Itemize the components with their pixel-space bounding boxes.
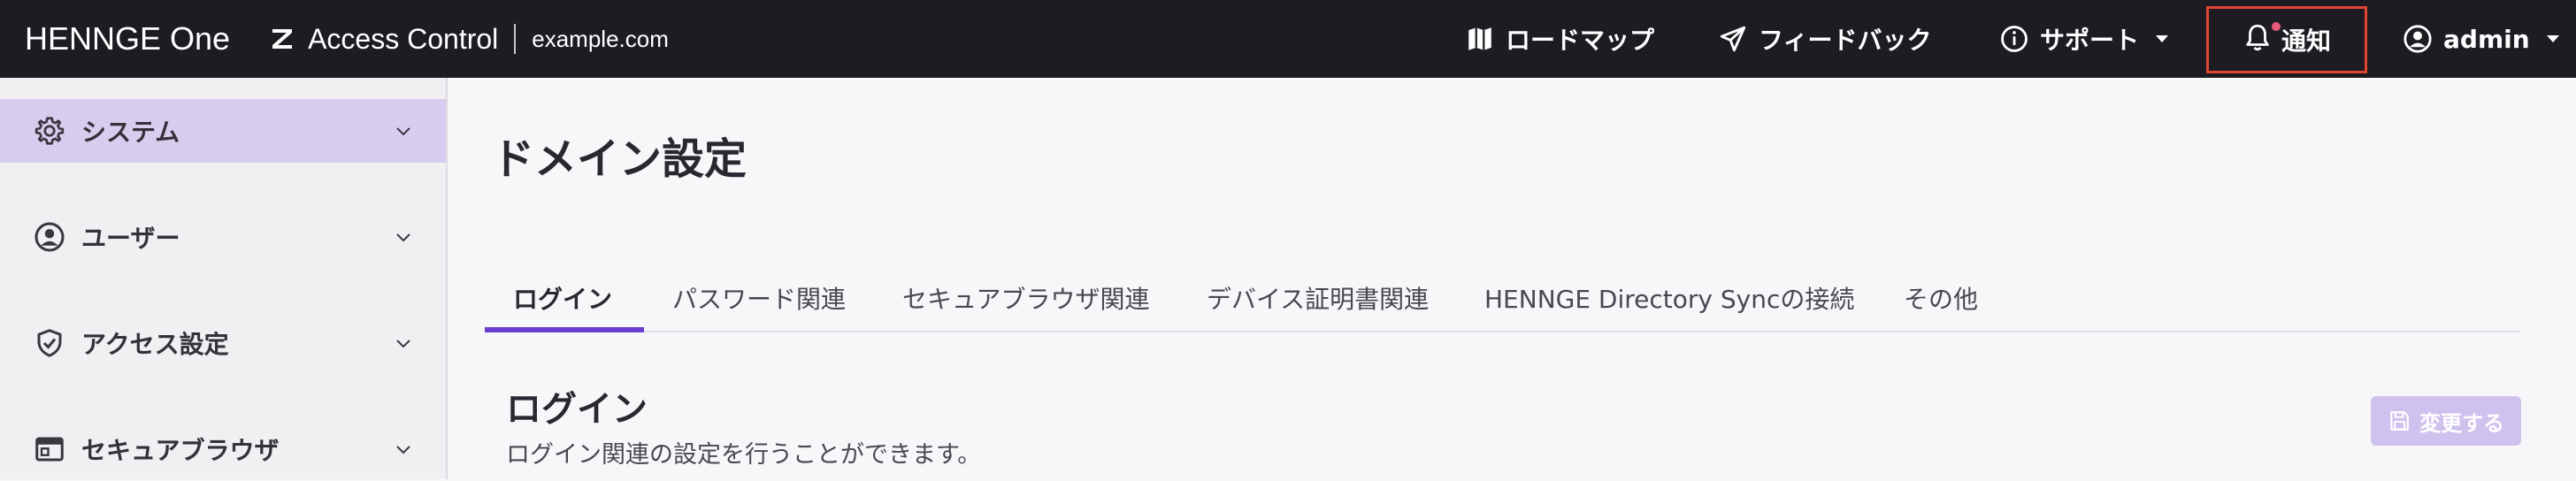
tab-other[interactable]: その他: [1904, 263, 1978, 332]
gear-icon: [34, 117, 65, 145]
user-circle-icon: [34, 222, 65, 252]
user-menu[interactable]: admin: [2403, 0, 2562, 78]
tab-label: パスワード関連: [672, 285, 847, 314]
sidebar-item-users[interactable]: ユーザー: [0, 205, 446, 269]
sidebar-item-secure-browser[interactable]: セキュアブラウザ: [0, 417, 446, 481]
user-circle-icon: [2404, 25, 2432, 53]
top-bar: HENNGE One Access Control example.com ロー…: [0, 0, 2576, 78]
tab-directory-sync[interactable]: HENNGE Directory Syncの接続: [1484, 263, 1854, 332]
chevron-down-icon: [396, 340, 410, 348]
change-button[interactable]: 変更する: [2371, 396, 2521, 446]
sidebar-item-label: ユーザー: [81, 224, 180, 253]
browser-window-icon: [35, 437, 64, 462]
sidebar-item-access-settings[interactable]: アクセス設定: [0, 311, 446, 375]
caret-down-icon: [2156, 35, 2169, 42]
save-icon: [2390, 411, 2409, 431]
tab-login[interactable]: ログイン: [513, 263, 612, 332]
product: Access Control example.com: [269, 23, 669, 56]
product-name: Access Control: [308, 22, 499, 55]
tab-secure-browser[interactable]: セキュアブラウザ関連: [902, 263, 1149, 332]
section-title: ログイン: [506, 389, 648, 430]
access-control-icon: [272, 29, 293, 49]
sidebar-item-label: アクセス設定: [81, 330, 229, 359]
roadmap-label: ロードマップ: [1506, 26, 1655, 55]
feedback-link[interactable]: フィードバック: [1718, 0, 1931, 78]
caret-down-icon: [2546, 35, 2559, 42]
roadmap-link[interactable]: ロードマップ: [1465, 0, 1654, 78]
divider: [514, 24, 517, 54]
support-menu[interactable]: サポート: [1999, 0, 2171, 78]
tab-label: セキュアブラウザ関連: [902, 285, 1150, 314]
sidebar-item-label: セキュアブラウザ: [81, 436, 280, 465]
brand: HENNGE One Access Control example.com: [25, 0, 669, 78]
map-icon: [1468, 27, 1491, 50]
tab-label: その他: [1904, 285, 1979, 314]
info-icon: [2001, 26, 2028, 52]
section-description: ログイン関連の設定を行うことができます。: [506, 441, 982, 469]
bell-icon: [2246, 24, 2269, 50]
chevron-down-icon: [396, 446, 410, 454]
active-tab-indicator: [485, 327, 644, 332]
paper-plane-icon: [1720, 26, 1746, 52]
henngeone-logo[interactable]: HENNGE One: [25, 20, 230, 57]
feedback-label: フィードバック: [1759, 26, 1932, 55]
notifications-button[interactable]: 通知: [2206, 6, 2368, 73]
sidebar-item-system[interactable]: システム: [0, 99, 446, 163]
support-label: サポート: [2040, 26, 2140, 55]
domain-name: example.com: [532, 25, 669, 52]
notifications-label: 通知: [2281, 27, 2332, 56]
change-button-label: 変更する: [2419, 410, 2504, 436]
chevron-down-icon: [396, 127, 410, 136]
bell-icon-wrap: [2242, 21, 2281, 58]
page-title: ドメイン設定: [492, 134, 748, 184]
shield-check-icon: [37, 329, 62, 357]
sidebar-item-label: システム: [81, 118, 180, 147]
chevron-down-icon: [396, 233, 410, 242]
tab-password[interactable]: パスワード関連: [672, 263, 846, 332]
tab-bar: ログイン パスワード関連 セキュアブラウザ関連 デバイス証明書関連 HENNGE…: [485, 263, 2519, 332]
sidebar: システム ユーザー アクセス設定 セキュアブラウザ: [0, 78, 448, 479]
user-name: admin: [2443, 24, 2530, 54]
notification-dot: [2272, 21, 2281, 31]
tab-device-certificate[interactable]: デバイス証明書関連: [1207, 263, 1429, 332]
tab-label: ログイン: [513, 285, 613, 314]
tab-label: デバイス証明書関連: [1207, 285, 1430, 314]
tab-label: HENNGE Directory Syncの接続: [1484, 285, 1855, 314]
